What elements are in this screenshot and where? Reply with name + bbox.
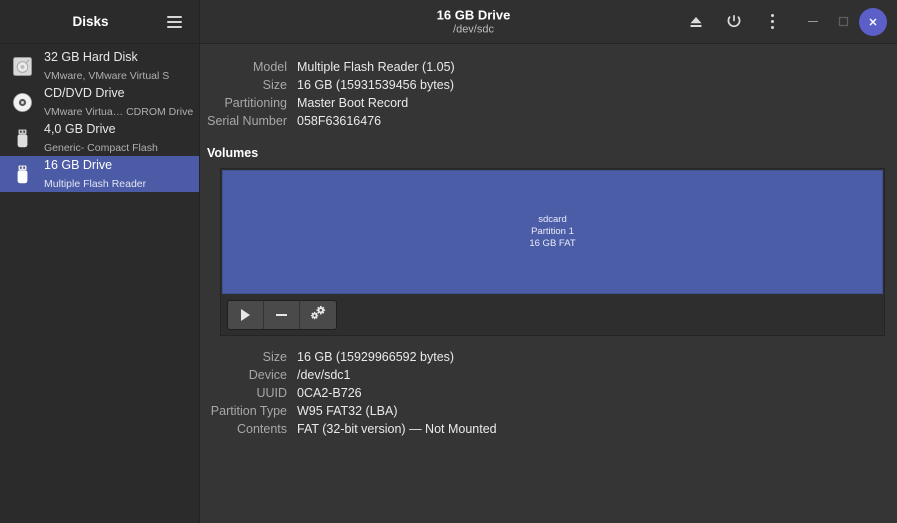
sidebar-item-4gb-drive[interactable]: 4,0 GB Drive Generic- Compact Flash [0,120,199,156]
info-label: Contents [236,422,287,436]
titlebar: Disks 16 GB Drive /dev/sdc [0,0,897,44]
titlebar-sidebar-section: Disks [0,0,200,43]
maximize-button[interactable] [829,8,857,36]
drive-subtitle: Generic- Compact Flash [44,142,158,154]
info-label: Device [248,368,287,382]
more-menu-icon[interactable] [753,0,791,44]
gears-icon [309,305,327,326]
volume-label-size: 16 GB FAT [529,238,576,249]
close-button[interactable] [859,7,887,36]
info-value: /dev/sdc1 [297,368,351,382]
unmount-button[interactable] [264,301,300,329]
info-row: Model Multiple Flash Reader (1.05) [200,58,884,76]
info-row: Device /dev/sdc1 [200,366,884,384]
drive-name: CD/DVD Drive [44,86,125,100]
disks-application-window: Disks 16 GB Drive /dev/sdc 32 GB Hard Di… [0,0,897,523]
info-row: Serial Number 058F63616476 [200,112,884,130]
drive-name: 32 GB Hard Disk [44,50,138,64]
info-row: Size 16 GB (15931539456 bytes) [200,76,884,94]
drive-subtitle: VMware, VMware Virtual S [44,70,170,82]
minimize-button[interactable] [799,8,827,36]
info-value: 0CA2-B726 [297,386,362,400]
drive-info-table: Model Multiple Flash Reader (1.05) Size … [200,58,884,130]
drive-list-sidebar: 32 GB Hard Disk VMware, VMware Virtual S… [0,44,200,523]
info-row: Size 16 GB (15929966592 bytes) [200,348,884,366]
info-label: Serial Number [207,114,287,128]
partition-info-table: Size 16 GB (15929966592 bytes) Device /d… [200,348,884,438]
drive-details-panel: Model Multiple Flash Reader (1.05) Size … [200,44,897,523]
window-controls [791,7,897,36]
power-icon[interactable] [715,0,753,44]
info-value: 058F63616476 [297,114,382,128]
info-value: 16 GB (15931539456 bytes) [297,78,455,92]
usb-drive-icon [9,163,35,186]
volumes-heading: Volumes [207,146,259,160]
volume-tool-group [227,300,337,330]
info-label: UUID [256,386,287,400]
info-row: Partitioning Master Boot Record [200,94,884,112]
info-value: Master Boot Record [297,96,409,110]
drive-name: 4,0 GB Drive [44,122,116,136]
sidebar-item-cd-dvd[interactable]: CD/DVD Drive VMware Virtua… CDROM Drive [0,84,199,120]
info-row: Contents FAT (32-bit version) — Not Moun… [200,420,884,438]
drive-name: 16 GB Drive [44,158,113,172]
volume-toolbar [221,295,884,335]
info-value: 16 GB (15929966592 bytes) [297,350,455,364]
titlebar-actions [677,0,897,43]
app-title: Disks [72,14,109,29]
info-label: Size [262,350,287,364]
drive-subtitle: Multiple Flash Reader [44,178,147,190]
hamburger-icon[interactable] [157,7,191,37]
info-value: FAT (32-bit version) — Not Mounted [297,422,497,436]
info-label: Partitioning [224,96,287,110]
sidebar-item-16gb-drive[interactable]: 16 GB Drive Multiple Flash Reader [0,156,199,192]
mount-button[interactable] [228,301,264,329]
volume-bar: sdcard Partition 1 16 GB FAT [221,169,884,295]
volume-label-name: sdcard [538,214,567,225]
info-value: W95 FAT32 (LBA) [297,404,398,418]
cd-dvd-icon [9,91,35,114]
info-row: Partition Type W95 FAT32 (LBA) [200,402,884,420]
sidebar-item-hard-disk[interactable]: 32 GB Hard Disk VMware, VMware Virtual S [0,48,199,84]
info-row: UUID 0CA2-B726 [200,384,884,402]
eject-icon[interactable] [677,0,715,44]
volume-segment-partition-1[interactable]: sdcard Partition 1 16 GB FAT [222,170,883,294]
titlebar-main-section: 16 GB Drive /dev/sdc [200,0,897,43]
info-label: Size [262,78,287,92]
info-label: Model [252,60,287,74]
drive-subtitle: VMware Virtua… CDROM Drive [44,106,194,118]
usb-drive-icon [9,127,35,150]
more-options-button[interactable] [300,301,336,329]
info-value: Multiple Flash Reader (1.05) [297,60,455,74]
volume-label-partition: Partition 1 [531,226,574,237]
play-icon [241,309,250,321]
volumes-widget: sdcard Partition 1 16 GB FAT [220,168,885,336]
hard-disk-icon [9,55,35,78]
minus-icon [276,314,287,316]
window-body: 32 GB Hard Disk VMware, VMware Virtual S… [0,44,897,523]
info-label: Partition Type [210,404,287,418]
